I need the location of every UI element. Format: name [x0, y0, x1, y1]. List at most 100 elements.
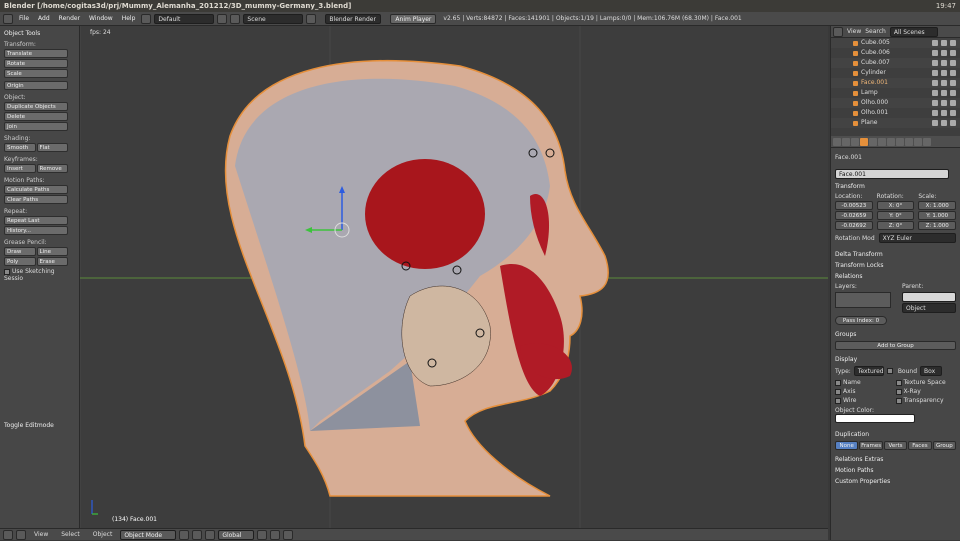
dup-none-button[interactable]: None — [835, 441, 859, 450]
location-y-field[interactable]: -0.02659 — [835, 211, 873, 220]
rotation-y-field[interactable]: Y: 0° — [876, 211, 915, 220]
scene-tab-icon[interactable] — [842, 137, 850, 146]
snap-icon[interactable] — [270, 529, 281, 540]
material-tab-icon[interactable] — [896, 137, 904, 146]
translate-button[interactable]: Translate — [4, 49, 68, 58]
relations-extras-header[interactable]: Relations Extras — [835, 456, 956, 463]
transparency-checkbox[interactable] — [895, 397, 902, 404]
rotation-x-field[interactable]: X: 0° — [876, 201, 915, 210]
visibility-icons[interactable] — [932, 90, 956, 96]
bound-checkbox[interactable] — [886, 368, 893, 374]
screen-add-icon[interactable] — [217, 13, 228, 24]
physics-tab-icon[interactable] — [923, 137, 931, 146]
3d-viewport[interactable]: fps: 24 (134) Face.001 — [80, 26, 828, 528]
menu-object[interactable]: Object — [88, 531, 118, 538]
remove-keyframe-button[interactable]: Remove — [36, 164, 68, 173]
world-tab-icon[interactable] — [851, 137, 859, 146]
dup-verts-button[interactable]: Verts — [883, 441, 908, 450]
modifiers-tab-icon[interactable] — [878, 137, 886, 146]
visibility-icons[interactable] — [932, 120, 956, 126]
dup-faces-button[interactable]: Faces — [908, 441, 932, 450]
object-color-swatch[interactable] — [835, 414, 915, 423]
use-sketching-row[interactable]: Use Sketching Sessio — [4, 268, 75, 282]
repeat-last-button[interactable]: Repeat Last — [4, 216, 68, 225]
manipulator-icon[interactable] — [205, 529, 216, 540]
outliner-item[interactable]: Olho.001 — [831, 108, 960, 118]
constraints-tab-icon[interactable] — [869, 137, 877, 146]
rotation-z-field[interactable]: Z: 0° — [876, 221, 915, 230]
menu-window[interactable]: Window — [86, 15, 116, 22]
transform-locks-header[interactable]: Transform Locks — [835, 262, 956, 269]
origin-button[interactable]: Origin — [4, 81, 68, 90]
location-z-field[interactable]: -0.02692 — [835, 221, 873, 230]
pass-index-field[interactable]: Pass Index: 0 — [835, 316, 887, 325]
tool-shelf-header[interactable]: Object Tools — [4, 30, 75, 37]
visibility-icons[interactable] — [932, 80, 956, 86]
visibility-icons[interactable] — [932, 40, 956, 46]
wire-checkbox[interactable] — [835, 397, 841, 404]
outliner-item[interactable]: Plane — [831, 118, 960, 128]
join-button[interactable]: Join — [4, 122, 68, 131]
transform-panel-header[interactable]: Transform — [835, 183, 956, 190]
draw-button[interactable]: Draw — [4, 247, 36, 256]
orientation-select[interactable]: Global — [218, 529, 255, 540]
poly-button[interactable]: Poly — [4, 257, 36, 266]
custom-properties-header[interactable]: Custom Properties — [835, 478, 956, 485]
rotation-mode-select[interactable]: XYZ Euler — [878, 233, 956, 243]
outliner-item[interactable]: Olho.000 — [831, 98, 960, 108]
screen-selector[interactable]: Default — [154, 13, 215, 24]
delta-transform-header[interactable]: Delta Transform — [835, 251, 956, 258]
outliner-type-icon[interactable] — [833, 26, 843, 37]
texture-tab-icon[interactable] — [905, 137, 913, 146]
shading-icon[interactable] — [179, 529, 190, 540]
scene-add-icon[interactable] — [306, 13, 317, 24]
display-header[interactable]: Display — [835, 356, 956, 363]
duplicate-objects-button[interactable]: Duplicate Objects — [4, 102, 68, 111]
history-button[interactable]: History... — [4, 226, 68, 235]
clear-paths-button[interactable]: Clear Paths — [4, 195, 68, 204]
line-button[interactable]: Line — [36, 247, 68, 256]
visibility-icons[interactable] — [932, 110, 956, 116]
editor-type-icon[interactable] — [3, 13, 13, 24]
3d-view-icon[interactable] — [3, 529, 13, 540]
render-engine-select[interactable]: Blender Render — [325, 13, 382, 24]
scene-icon[interactable] — [230, 13, 241, 24]
scale-z-field[interactable]: Z: 1.000 — [918, 221, 957, 230]
add-to-group-button[interactable]: Add to Group — [835, 341, 956, 350]
outliner-item-active[interactable]: Face.001 — [831, 78, 960, 88]
expand-icon[interactable] — [16, 529, 26, 540]
parent-field[interactable] — [902, 292, 956, 302]
visibility-icons[interactable] — [932, 50, 956, 56]
dup-group-button[interactable]: Group — [932, 441, 957, 450]
delete-button[interactable]: Delete — [4, 112, 68, 121]
anim-player-button[interactable]: Anim Player — [390, 13, 437, 24]
outliner-item[interactable]: Cube.007 — [831, 58, 960, 68]
smooth-button[interactable]: Smooth — [4, 143, 36, 152]
toggle-editmode-header[interactable]: Toggle Editmode — [4, 422, 54, 429]
erase-button[interactable]: Erase — [36, 257, 68, 266]
rotate-button[interactable]: Rotate — [4, 59, 68, 68]
layer-grid[interactable] — [835, 292, 891, 308]
scale-x-field[interactable]: X: 1.000 — [918, 201, 957, 210]
display-type-select[interactable]: Textured — [853, 366, 884, 376]
relations-header[interactable]: Relations — [835, 273, 956, 280]
brain-tissue[interactable] — [365, 159, 485, 269]
motion-paths-header[interactable]: Motion Paths — [835, 467, 956, 474]
outliner-item[interactable]: Lamp — [831, 88, 960, 98]
render-icon[interactable] — [283, 529, 294, 540]
scale-y-field[interactable]: Y: 1.000 — [918, 211, 957, 220]
render-tab-icon[interactable] — [833, 137, 841, 146]
menu-view[interactable]: View — [29, 531, 53, 538]
xray-checkbox[interactable] — [895, 388, 902, 395]
menu-select[interactable]: Select — [56, 531, 85, 538]
texture-space-checkbox[interactable] — [895, 379, 902, 386]
use-sketching-checkbox[interactable] — [4, 268, 10, 275]
object-tab-icon[interactable] — [860, 137, 868, 146]
axis-checkbox[interactable] — [835, 388, 841, 395]
parent-type-select[interactable]: Object — [902, 303, 956, 313]
outliner-item[interactable]: Cube.006 — [831, 48, 960, 58]
flat-button[interactable]: Flat — [36, 143, 68, 152]
name-checkbox[interactable] — [835, 379, 841, 386]
outliner-scenes-select[interactable]: All Scenes — [889, 26, 938, 37]
dup-frames-button[interactable]: Frames — [859, 441, 883, 450]
